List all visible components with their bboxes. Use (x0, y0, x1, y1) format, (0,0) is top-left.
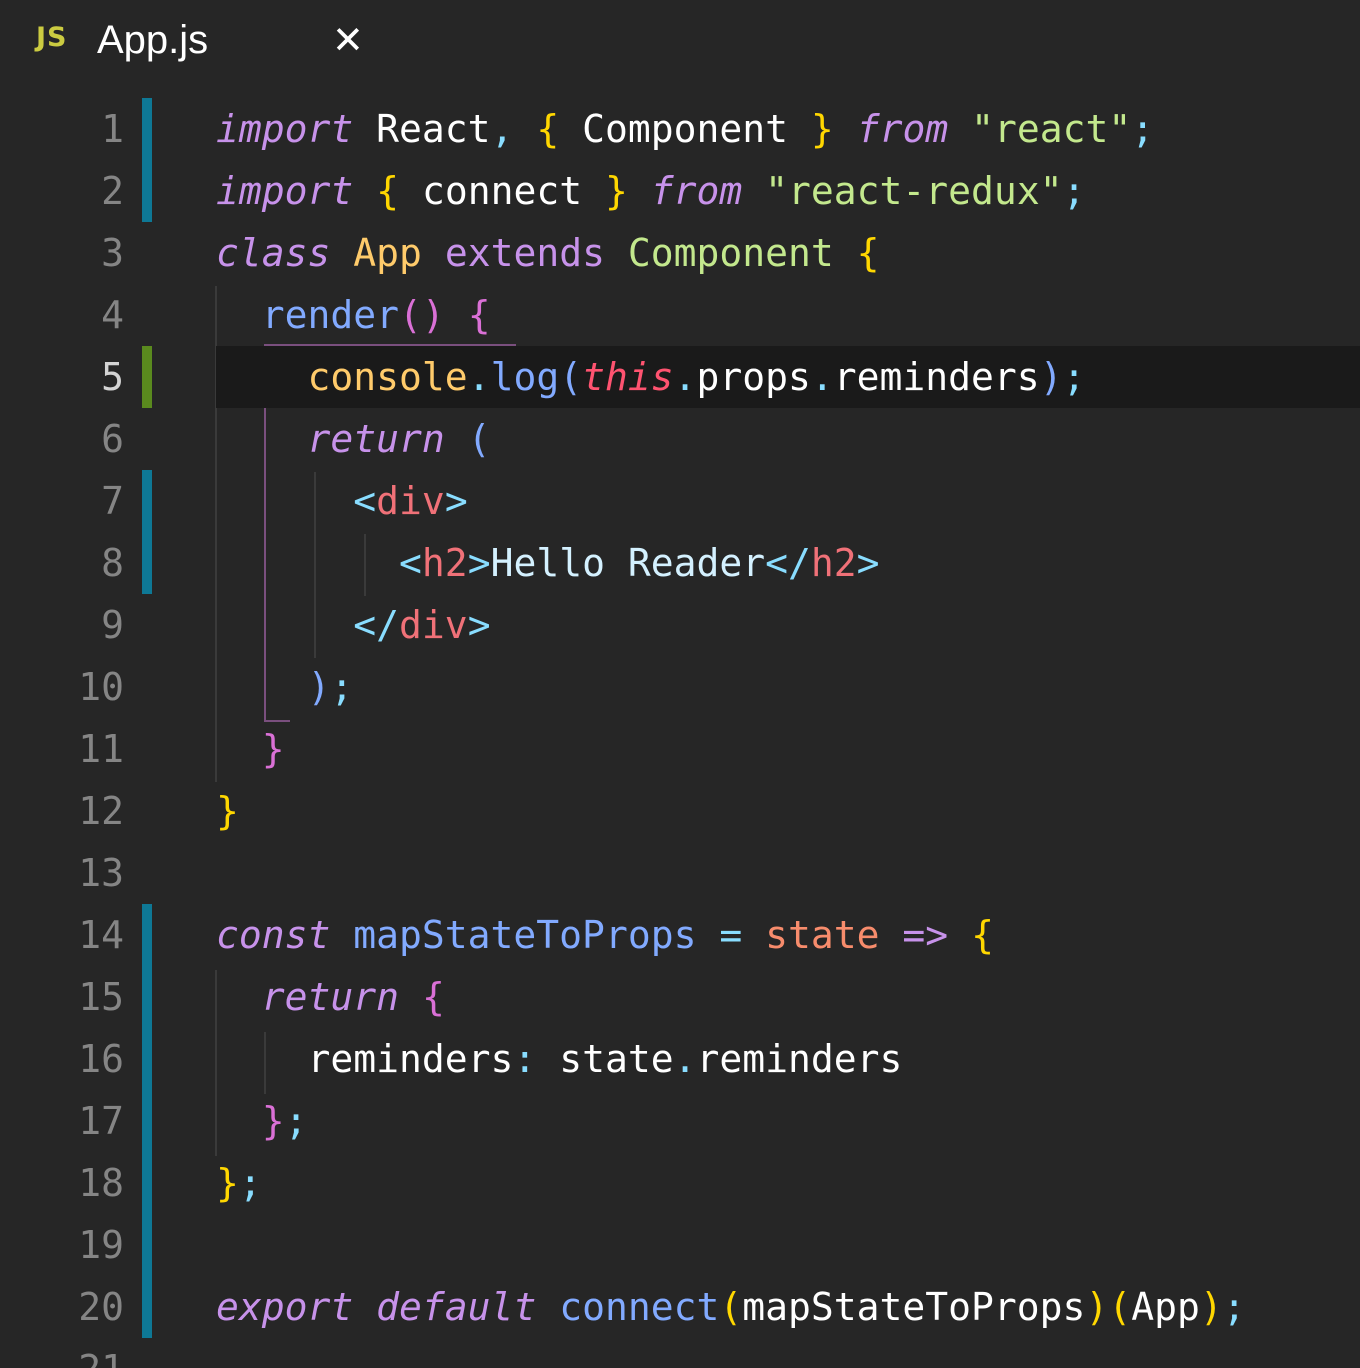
code-line[interactable]: 3 class App extends Component { (0, 222, 1360, 284)
line-number: 15 (78, 975, 124, 1019)
line-number: 21 (60, 1338, 124, 1368)
modified-line-marker (142, 904, 152, 966)
line-number: 20 (78, 1285, 124, 1329)
code-line[interactable]: 8 <h2>Hello Reader</h2> (0, 532, 1360, 594)
code-text: import React, { Component } from "react"… (216, 107, 1155, 151)
code-line[interactable]: 16 reminders: state.reminders (0, 1028, 1360, 1090)
line-number: 1 (101, 107, 124, 151)
code-line[interactable]: 9 </div> (0, 594, 1360, 656)
code-line[interactable]: 6 return ( (0, 408, 1360, 470)
code-text: }; (216, 1161, 262, 1205)
code-line[interactable]: 15 return { (0, 966, 1360, 1028)
javascript-file-icon: JS (36, 22, 68, 53)
code-line[interactable]: 4 render() { (0, 284, 1360, 346)
line-number: 13 (78, 851, 124, 895)
line-number: 6 (101, 417, 124, 461)
code-text: class App extends Component { (216, 231, 880, 275)
code-editor[interactable]: 1 import React, { Component } from "reac… (0, 98, 1360, 1368)
code-text: return ( (307, 417, 491, 461)
line-number: 12 (78, 789, 124, 833)
line-number: 9 (101, 603, 124, 647)
code-line[interactable]: 14 const mapStateToProps = state => { (0, 904, 1360, 966)
code-line[interactable]: 18 }; (0, 1152, 1360, 1214)
modified-line-marker (142, 1214, 152, 1276)
code-text: const mapStateToProps = state => { (216, 913, 994, 957)
line-number: 18 (78, 1161, 124, 1205)
line-number: 11 (78, 727, 124, 771)
modified-line-marker (142, 532, 152, 594)
code-line[interactable]: 21 (0, 1338, 1360, 1368)
line-number: 17 (78, 1099, 124, 1143)
modified-line-marker (142, 966, 152, 1028)
code-line[interactable]: 20 export default connect(mapStateToProp… (0, 1276, 1360, 1338)
line-number: 14 (78, 913, 124, 957)
line-number: 16 (78, 1037, 124, 1081)
modified-line-marker (142, 160, 152, 222)
code-line[interactable]: 17 }; (0, 1090, 1360, 1152)
code-line[interactable]: 10 ); (0, 656, 1360, 718)
code-text: render() { (261, 293, 491, 337)
code-line[interactable]: 5 console.log(this.props.reminders); (0, 346, 1360, 408)
code-text: <h2>Hello Reader</h2> (399, 541, 880, 585)
line-number: 10 (78, 665, 124, 709)
code-text: export default connect(mapStateToProps)(… (216, 1285, 1246, 1329)
code-text: } (216, 789, 239, 833)
code-line[interactable]: 13 (0, 842, 1360, 904)
close-icon[interactable]: ✕ (332, 20, 372, 60)
code-text: import { connect } from "react-redux"; (216, 169, 1086, 213)
modified-line-marker (142, 1090, 152, 1152)
code-line[interactable]: 2 import { connect } from "react-redux"; (0, 160, 1360, 222)
code-text: }; (261, 1099, 308, 1143)
code-text: console.log(this.props.reminders); (307, 355, 1086, 399)
added-line-marker (142, 346, 152, 408)
line-number: 8 (101, 541, 124, 585)
line-number: 7 (101, 479, 124, 523)
code-line[interactable]: 19 (0, 1214, 1360, 1276)
modified-line-marker (142, 98, 152, 160)
line-number: 3 (101, 231, 124, 275)
code-text: reminders: state.reminders (216, 1037, 903, 1081)
code-line[interactable]: 11 } (0, 718, 1360, 780)
code-line[interactable]: 1 import React, { Component } from "reac… (0, 98, 1360, 160)
code-text: </div> (353, 603, 491, 647)
code-text: } (261, 727, 285, 771)
line-number: 5 (101, 355, 124, 399)
code-text: return { (261, 975, 445, 1019)
modified-line-marker (142, 1276, 152, 1338)
code-line[interactable]: 7 <div> (0, 470, 1360, 532)
code-line[interactable]: 12 } (0, 780, 1360, 842)
code-text: <div> (353, 479, 468, 523)
tab-title[interactable]: App.js (97, 18, 208, 63)
line-number: 19 (78, 1223, 124, 1267)
line-number: 4 (101, 293, 124, 337)
modified-line-marker (142, 470, 152, 532)
modified-line-marker (142, 1028, 152, 1090)
code-text: ); (307, 665, 354, 709)
line-number: 2 (101, 169, 124, 213)
modified-line-marker (142, 1152, 152, 1214)
editor-tab-bar: JS App.js ✕ (0, 0, 1360, 90)
